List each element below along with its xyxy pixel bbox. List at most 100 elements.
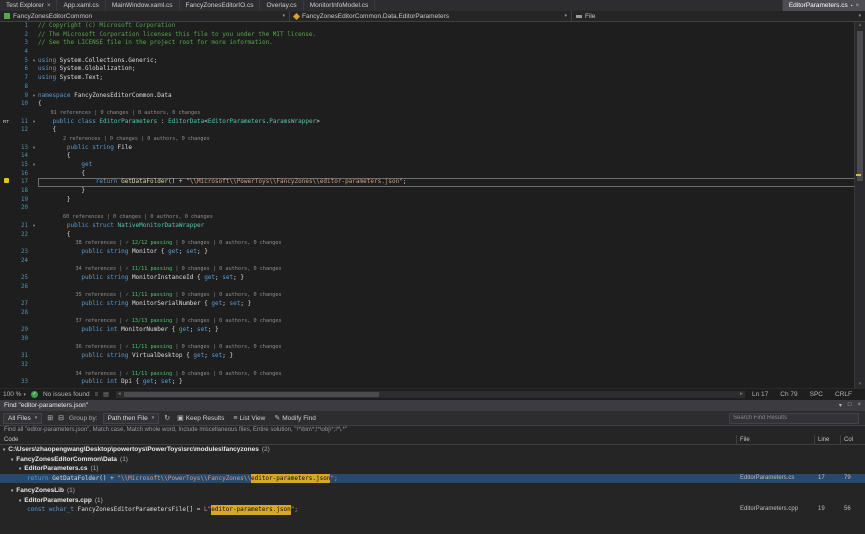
zoom-control[interactable]: 100 % ▾ <box>3 391 26 398</box>
document-tab[interactable]: MonitorInfoModel.cs <box>304 0 376 11</box>
code-line[interactable]: 19 } <box>0 196 865 205</box>
line-number[interactable]: 21 <box>12 222 30 231</box>
line-number[interactable]: 24 <box>12 257 30 266</box>
code-line[interactable]: 23 public string Monitor { get; set; } <box>0 248 865 257</box>
codelens-row[interactable]: 35 references | ✓ 11/11 passing | 0 chan… <box>0 291 865 300</box>
scroll-right-icon[interactable]: ► <box>739 391 744 398</box>
fold-marker[interactable]: ▾ <box>30 92 38 101</box>
horizontal-scrollbar[interactable]: ◄ ► <box>116 391 745 398</box>
code-line[interactable]: 5▾using System.Collections.Generic; <box>0 57 865 66</box>
scope-dropdown[interactable]: All Files ▾ <box>3 413 42 424</box>
line-number[interactable]: 23 <box>12 248 30 257</box>
find-results-titlebar[interactable]: Find "editor-parameters.json" ▾ □ × <box>0 400 865 411</box>
column-header-col[interactable]: Col <box>841 435 865 444</box>
line-number[interactable]: 15 <box>12 161 30 170</box>
result-match-row[interactable]: const wchar_t FancyZonesEditorParameters… <box>0 505 865 515</box>
close-icon[interactable]: × <box>47 3 51 9</box>
code-line[interactable]: 28 <box>0 309 865 318</box>
code-line[interactable]: 30 <box>0 335 865 344</box>
code-line[interactable]: 4 <box>0 48 865 57</box>
line-number[interactable]: 9 <box>12 92 30 101</box>
pin-icon[interactable]: ▪ <box>851 3 853 9</box>
code-line[interactable]: 21▾ public struct NativeMonitorDataWrapp… <box>0 222 865 231</box>
line-number[interactable]: 3 <box>12 39 30 48</box>
type-dropdown[interactable]: FancyZonesEditorCommon.Data.EditorParame… <box>290 11 572 21</box>
document-tab[interactable]: App.xaml.cs <box>57 0 105 11</box>
bookmark-icon[interactable] <box>4 178 9 183</box>
code-line[interactable]: 32 <box>0 361 865 370</box>
expander-icon[interactable]: ▾ <box>19 464 21 474</box>
code-editor[interactable]: 1// Copyright (c) Microsoft Corporation2… <box>0 22 865 388</box>
code-line[interactable]: 7using System.Text; <box>0 74 865 83</box>
vertical-scrollbar-thumb[interactable] <box>857 31 863 181</box>
result-group-row[interactable]: ▾EditorParameters.cpp(1) <box>0 496 865 506</box>
fold-marker[interactable]: ▾ <box>30 161 38 170</box>
document-tab[interactable]: FancyZonesEditorIO.cs <box>180 0 261 11</box>
expander-icon[interactable]: ▾ <box>19 496 21 506</box>
fold-marker[interactable]: ▾ <box>30 144 38 153</box>
line-number[interactable]: 28 <box>12 309 30 318</box>
expand-all-icon[interactable]: ⊞ <box>47 414 53 422</box>
code-line[interactable]: 31 public string VirtualDesktop { get; s… <box>0 352 865 361</box>
code-line[interactable]: 22 { <box>0 231 865 240</box>
code-line[interactable]: RT11▾ public class EditorParameters : Ed… <box>0 118 865 127</box>
scroll-up-icon[interactable]: ▴ <box>855 22 865 29</box>
search-input[interactable] <box>729 413 859 424</box>
code-line[interactable]: 33 public int Dpi { get; set; } <box>0 378 865 387</box>
column-header-file[interactable]: File <box>737 435 815 444</box>
column-header-code[interactable]: Code <box>0 435 737 444</box>
line-number[interactable]: 26 <box>12 283 30 292</box>
line-number[interactable]: 17 <box>12 178 30 187</box>
code-line[interactable]: 29 public int MonitorNumber { get; set; … <box>0 326 865 335</box>
gutter-margin[interactable]: RT <box>0 118 12 127</box>
refresh-icon[interactable]: ↻ <box>164 414 170 422</box>
line-number[interactable]: 6 <box>12 65 30 74</box>
code-line[interactable]: 16 { <box>0 170 865 179</box>
column-header-line[interactable]: Line <box>815 435 841 444</box>
document-tab[interactable]: Test Explorer× <box>0 0 57 11</box>
code-line[interactable]: 8 <box>0 83 865 92</box>
code-line[interactable]: 26 <box>0 283 865 292</box>
scroll-down-icon[interactable]: ▾ <box>855 381 865 388</box>
line-number[interactable]: 10 <box>12 100 30 109</box>
document-tab[interactable]: Overlay.cs <box>260 0 303 11</box>
line-number[interactable]: 8 <box>12 83 30 92</box>
result-group-row[interactable]: ▾FancyZonesLib(1) <box>0 486 865 496</box>
line-number[interactable]: 14 <box>12 152 30 161</box>
code-line[interactable]: 27 public string MonitorSerialNumber { g… <box>0 300 865 309</box>
line-number[interactable]: 30 <box>12 335 30 344</box>
result-match-row[interactable]: return GetDataFolder() + "\\Microsoft\\P… <box>0 474 865 484</box>
code-line[interactable]: 12 { <box>0 126 865 135</box>
code-line[interactable]: 18 } <box>0 187 865 196</box>
details-icon[interactable]: ▤ <box>103 391 109 398</box>
fold-marker[interactable]: ▾ <box>30 118 38 127</box>
result-group-row[interactable]: ▾C:\Users\zhaopengwang\Desktop\powertoys… <box>0 445 865 455</box>
line-number[interactable]: 31 <box>12 352 30 361</box>
codelens-row[interactable]: 34 references | ✓ 11/11 passing | 0 chan… <box>0 370 865 379</box>
line-number[interactable]: 16 <box>12 170 30 179</box>
line-number[interactable]: 19 <box>12 196 30 205</box>
line-number[interactable]: 13 <box>12 144 30 153</box>
line-number[interactable]: 32 <box>12 361 30 370</box>
result-group-row[interactable]: ▾FancyZonesEditorCommon\Data(1) <box>0 455 865 465</box>
line-number[interactable]: 25 <box>12 274 30 283</box>
keep-results-button[interactable]: ▣ Keep Results <box>175 414 226 422</box>
expander-icon[interactable]: ▾ <box>11 486 13 496</box>
codelens-row[interactable]: 38 references | ✓ 12/12 passing | 0 chan… <box>0 239 865 248</box>
line-number[interactable]: 2 <box>12 31 30 40</box>
close-icon[interactable]: × <box>857 402 861 409</box>
messages-icon[interactable]: ≡ <box>95 392 99 398</box>
code-line[interactable]: 25 public string MonitorInstanceId { get… <box>0 274 865 283</box>
code-line[interactable]: 15▾ get <box>0 161 865 170</box>
line-number[interactable]: 33 <box>12 378 30 387</box>
member-dropdown[interactable]: File ▾ <box>572 11 865 21</box>
expander-icon[interactable]: ▾ <box>11 455 13 465</box>
code-line[interactable]: 3// See the LICENSE file in the project … <box>0 39 865 48</box>
codelens-row[interactable]: 2 references | 0 changes | 0 authors, 0 … <box>0 135 865 144</box>
code-line[interactable]: 24 <box>0 257 865 266</box>
fold-marker[interactable]: ▾ <box>30 57 38 66</box>
project-dropdown[interactable]: FancyZonesEditorCommon ▾ <box>0 11 290 21</box>
vertical-scrollbar[interactable]: ▴ ▾ <box>854 22 865 388</box>
health-check-icon[interactable]: ✓ <box>31 391 38 398</box>
fold-marker[interactable]: ▾ <box>30 222 38 231</box>
